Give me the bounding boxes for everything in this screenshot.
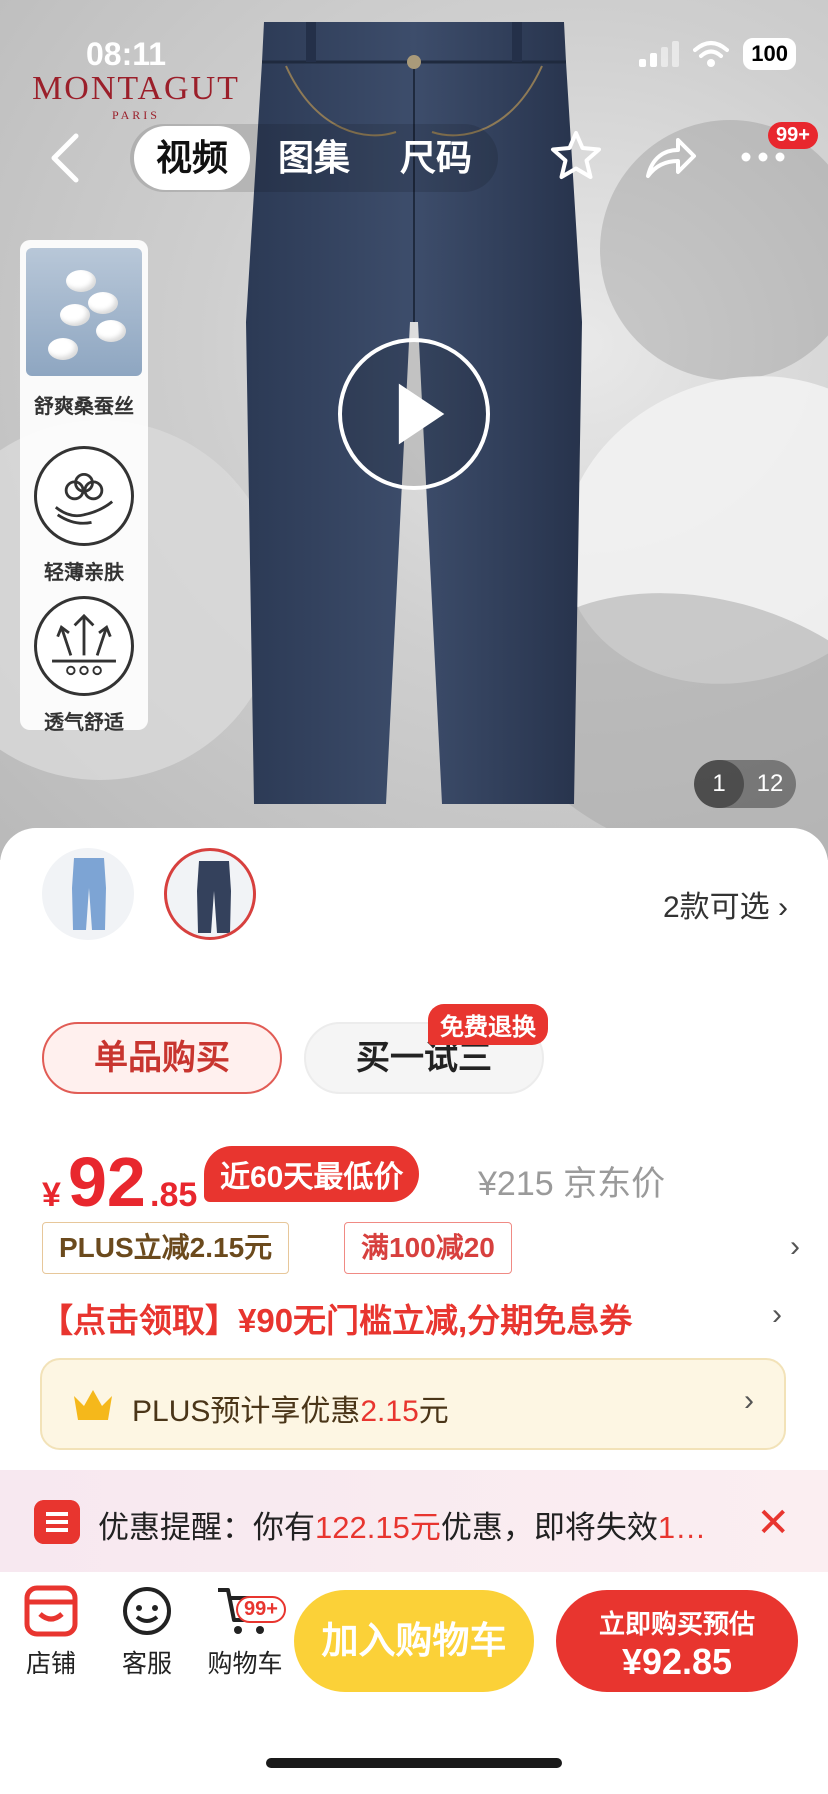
back-icon[interactable] (44, 130, 88, 186)
lowest-price-tag: 近60天最低价 (204, 1146, 420, 1202)
cotton-hand-icon (34, 446, 134, 546)
shop-button[interactable]: 店铺 (14, 1584, 88, 1680)
feature-label-light: 轻薄亲肤 (44, 562, 124, 584)
chat-face-icon (123, 1587, 171, 1635)
clock: 08:11 (86, 36, 167, 72)
promo-claim-link[interactable]: 【点击领取】¥90无门槛立减,分期免息券 (40, 1294, 632, 1342)
discount-reminder-banner[interactable]: 优惠提醒：你有122.15元优惠，即将失效1… ✕ (0, 1470, 828, 1574)
share-icon[interactable] (642, 130, 698, 186)
gallery-current: 1 (694, 760, 744, 808)
product-media[interactable]: MONTAGUT PARIS 08:11 100 视频 图集 尺码 99+ 舒爽… (0, 0, 828, 860)
feature-panel: 舒爽桑蚕丝 轻薄亲肤 透气舒适 (20, 240, 148, 734)
jeans-dark-thumbnail (197, 861, 231, 933)
plus-estimate-text: PLUS预计享优惠2.15元 (132, 1395, 449, 1428)
bottom-action-bar: 店铺 客服 购物车 99+ 加入购物车 立即购买预估 ¥92.85 (0, 1572, 828, 1704)
status-bar: 08:11 100 (0, 0, 828, 100)
signal-icon (639, 41, 680, 67)
silk-cocoon-icon (26, 248, 142, 376)
service-label: 客服 (121, 1650, 172, 1678)
variants-label: 2款可选 (662, 891, 770, 924)
chevron-right-icon: › (778, 891, 788, 924)
chevron-right-icon: › (744, 1384, 754, 1417)
media-tabs: 视频 图集 尺码 (130, 124, 499, 192)
crown-icon (74, 1390, 112, 1420)
chevron-right-icon: › (790, 1230, 800, 1263)
buy-single-tab[interactable]: 单品购买 (42, 1022, 282, 1094)
feature-label-breathable: 透气舒适 (44, 712, 124, 734)
plus-discount-chip: PLUS立减2.15元 (42, 1222, 290, 1274)
add-to-cart-button[interactable]: 加入购物车 (294, 1590, 534, 1692)
free-return-badge: 免费退换 (428, 1004, 548, 1045)
cart-badge: 99+ (236, 1596, 286, 1623)
favorite-star-icon[interactable] (548, 128, 604, 184)
feature-label-silk: 舒爽桑蚕丝 (34, 396, 134, 418)
variant-thumb-light[interactable] (42, 848, 134, 940)
gallery-total: 12 (756, 770, 784, 797)
tab-size[interactable]: 尺码 (378, 126, 494, 190)
breathable-arrows-icon (34, 596, 134, 696)
reminder-text: 优惠提醒：你有122.15元优惠，即将失效1… (98, 1510, 707, 1545)
price-integer: 92 (68, 1143, 146, 1221)
full-reduction-chip: 满100减20 (344, 1222, 512, 1274)
price-decimal: .85 (150, 1176, 198, 1214)
jeans-light-thumbnail (72, 858, 106, 930)
coupon-icon (34, 1500, 80, 1544)
shop-icon (24, 1585, 78, 1637)
price-row: ¥ 92 .85 近60天最低价 ¥215 京东价 (40, 1142, 800, 1222)
gallery-counter: 1 12 (694, 760, 796, 808)
cart-label: 购物车 (207, 1650, 283, 1678)
price-currency: ¥ (42, 1176, 61, 1214)
brand-sub: PARIS (112, 108, 160, 122)
background-shape (600, 120, 828, 380)
battery-indicator: 100 (743, 38, 796, 70)
jd-reference-price: ¥215 京东价 (478, 1165, 666, 1203)
tab-video[interactable]: 视频 (134, 126, 251, 190)
variant-thumb-dark[interactable] (164, 848, 256, 940)
more-badge: 99+ (768, 122, 818, 149)
coupon-row[interactable]: PLUS立减2.15元 满100减20 › (40, 1222, 800, 1276)
home-indicator[interactable] (266, 1758, 562, 1768)
tab-gallery[interactable]: 图集 (256, 126, 372, 190)
variants-link[interactable]: 2款可选 › (663, 882, 788, 926)
chevron-right-icon: › (772, 1298, 782, 1331)
shop-label: 店铺 (25, 1650, 76, 1678)
plus-estimate-box[interactable]: PLUS预计享优惠2.15元 › (40, 1358, 786, 1450)
play-icon[interactable] (338, 338, 490, 490)
buy-now-price: ¥92.85 (621, 1641, 733, 1682)
buy-now-label: 立即购买预估 (598, 1609, 755, 1639)
wifi-icon (693, 41, 730, 67)
buy-now-button[interactable]: 立即购买预估 ¥92.85 (556, 1590, 798, 1692)
service-button[interactable]: 客服 (110, 1584, 184, 1680)
close-icon[interactable]: ✕ (756, 1500, 790, 1546)
